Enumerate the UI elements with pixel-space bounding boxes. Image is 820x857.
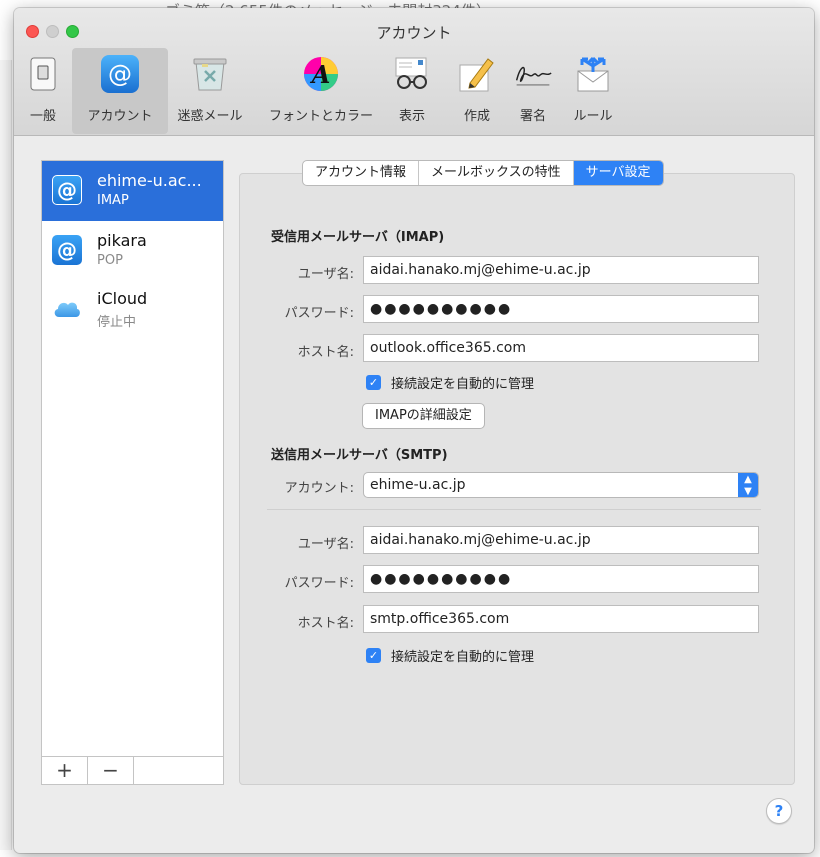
incoming-host-field[interactable] bbox=[363, 334, 759, 362]
account-name: iCloud bbox=[97, 289, 148, 308]
outgoing-username-field[interactable] bbox=[363, 526, 759, 554]
background-sidebar bbox=[0, 60, 12, 850]
imap-advanced-settings-button[interactable]: IMAPの詳細設定 bbox=[362, 403, 485, 429]
toolbar-item-signatures[interactable]: 署名 bbox=[508, 48, 558, 134]
account-item-icloud[interactable]: iCloud 停止中 bbox=[42, 279, 223, 339]
at-icon: @ bbox=[100, 54, 140, 94]
remove-account-button[interactable]: − bbox=[88, 757, 134, 784]
cloud-icon bbox=[52, 293, 82, 323]
accounts-list: @ ehime-u.ac... IMAP @ pikara POP iCloud… bbox=[41, 160, 224, 785]
incoming-auto-manage-label: 接続設定を自動的に管理 bbox=[391, 377, 535, 392]
outgoing-auto-manage-row[interactable]: ✓ 接続設定を自動的に管理 bbox=[366, 646, 534, 665]
incoming-auto-manage-checkbox[interactable]: ✓ bbox=[366, 375, 381, 390]
incoming-password-field[interactable]: ●●●●●●●●●● bbox=[363, 295, 759, 323]
outgoing-account-label: アカウント: bbox=[284, 481, 354, 496]
toolbar-label-fonts-colors: フォントとカラー bbox=[268, 109, 373, 124]
account-type: POP bbox=[97, 253, 123, 268]
toolbar-item-composing[interactable]: 作成 bbox=[452, 48, 502, 134]
svg-text:@: @ bbox=[108, 60, 132, 88]
switch-icon bbox=[23, 54, 63, 94]
outgoing-server-title: 送信用メールサーバ（SMTP) bbox=[271, 448, 448, 463]
account-type: IMAP bbox=[97, 193, 129, 208]
glasses-icon bbox=[392, 54, 432, 94]
toolbar-item-rules[interactable]: ルール bbox=[564, 48, 622, 134]
outgoing-password-field[interactable]: ●●●●●●●●●● bbox=[363, 565, 759, 593]
svg-text:A: A bbox=[310, 60, 331, 89]
outgoing-host-label: ホスト名: bbox=[297, 616, 354, 631]
toolbar-label-viewing: 表示 bbox=[398, 109, 425, 124]
font-color-icon: A bbox=[301, 54, 341, 94]
toolbar-label-composing: 作成 bbox=[463, 109, 490, 124]
outgoing-auto-manage-label: 接続設定を自動的に管理 bbox=[391, 650, 535, 665]
rules-envelope-icon bbox=[573, 54, 613, 94]
incoming-username-label: ユーザ名: bbox=[297, 267, 354, 282]
incoming-host-label: ホスト名: bbox=[297, 345, 354, 360]
outgoing-auto-manage-checkbox[interactable]: ✓ bbox=[366, 648, 381, 663]
divider bbox=[267, 509, 761, 510]
toolbar-label-junk-mail: 迷惑メール bbox=[177, 109, 243, 124]
account-name: pikara bbox=[97, 231, 147, 250]
account-type: 停止中 bbox=[97, 315, 137, 330]
toolbar-label-rules: ルール bbox=[573, 109, 613, 124]
pencil-icon bbox=[457, 54, 497, 94]
outgoing-password-label: パスワード: bbox=[284, 576, 354, 591]
incoming-server-title: 受信用メールサーバ（IMAP) bbox=[271, 230, 445, 245]
account-item-pikara[interactable]: @ pikara POP bbox=[42, 221, 223, 281]
toolbar-label-signatures: 署名 bbox=[519, 109, 546, 124]
account-item-ehime[interactable]: @ ehime-u.ac... IMAP bbox=[42, 161, 223, 221]
outgoing-account-select[interactable]: ehime-u.ac.jp ▲ ▼ bbox=[363, 472, 759, 498]
preferences-window: アカウント 一般 @ アカウント 迷惑メール A フォントとカラー 表示 作成 … bbox=[14, 8, 814, 853]
toolbar-label-accounts: アカウント bbox=[87, 109, 153, 124]
junk-trash-icon bbox=[190, 54, 230, 94]
at-icon: @ bbox=[52, 175, 82, 205]
updown-chevron-icon: ▲ ▼ bbox=[738, 473, 758, 497]
signature-icon bbox=[513, 54, 553, 94]
outgoing-host-field[interactable] bbox=[363, 605, 759, 633]
toolbar-item-fonts-colors[interactable]: A フォントとカラー bbox=[260, 48, 382, 134]
at-icon: @ bbox=[52, 235, 82, 265]
incoming-auto-manage-row[interactable]: ✓ 接続設定を自動的に管理 bbox=[366, 373, 534, 392]
toolbar-item-accounts[interactable]: @ アカウント bbox=[72, 48, 168, 134]
sidebar-button-bar: + − bbox=[42, 756, 223, 784]
outgoing-username-label: ユーザ名: bbox=[297, 537, 354, 552]
toolbar-item-viewing[interactable]: 表示 bbox=[386, 48, 438, 134]
window-title: アカウント bbox=[376, 24, 452, 42]
toolbar-label-general: 一般 bbox=[29, 109, 56, 124]
tab-bar: アカウント情報 メールボックスの特性 サーバ設定 bbox=[302, 160, 664, 186]
incoming-username-field[interactable] bbox=[363, 256, 759, 284]
help-button[interactable]: ? bbox=[766, 798, 792, 824]
title-bar: アカウント 一般 @ アカウント 迷惑メール A フォントとカラー 表示 作成 … bbox=[14, 8, 814, 136]
incoming-password-label: パスワード: bbox=[284, 306, 354, 321]
account-name: ehime-u.ac... bbox=[97, 171, 202, 190]
tab-server-settings[interactable]: サーバ設定 bbox=[573, 161, 663, 185]
add-account-button[interactable]: + bbox=[42, 757, 88, 784]
toolbar-item-general[interactable]: 一般 bbox=[18, 48, 68, 134]
outgoing-account-value: ehime-u.ac.jp bbox=[370, 477, 466, 493]
tab-mailbox-behaviors[interactable]: メールボックスの特性 bbox=[419, 161, 574, 185]
tab-account-info[interactable]: アカウント情報 bbox=[303, 161, 420, 185]
toolbar-item-junk-mail[interactable]: 迷惑メール bbox=[170, 48, 250, 134]
